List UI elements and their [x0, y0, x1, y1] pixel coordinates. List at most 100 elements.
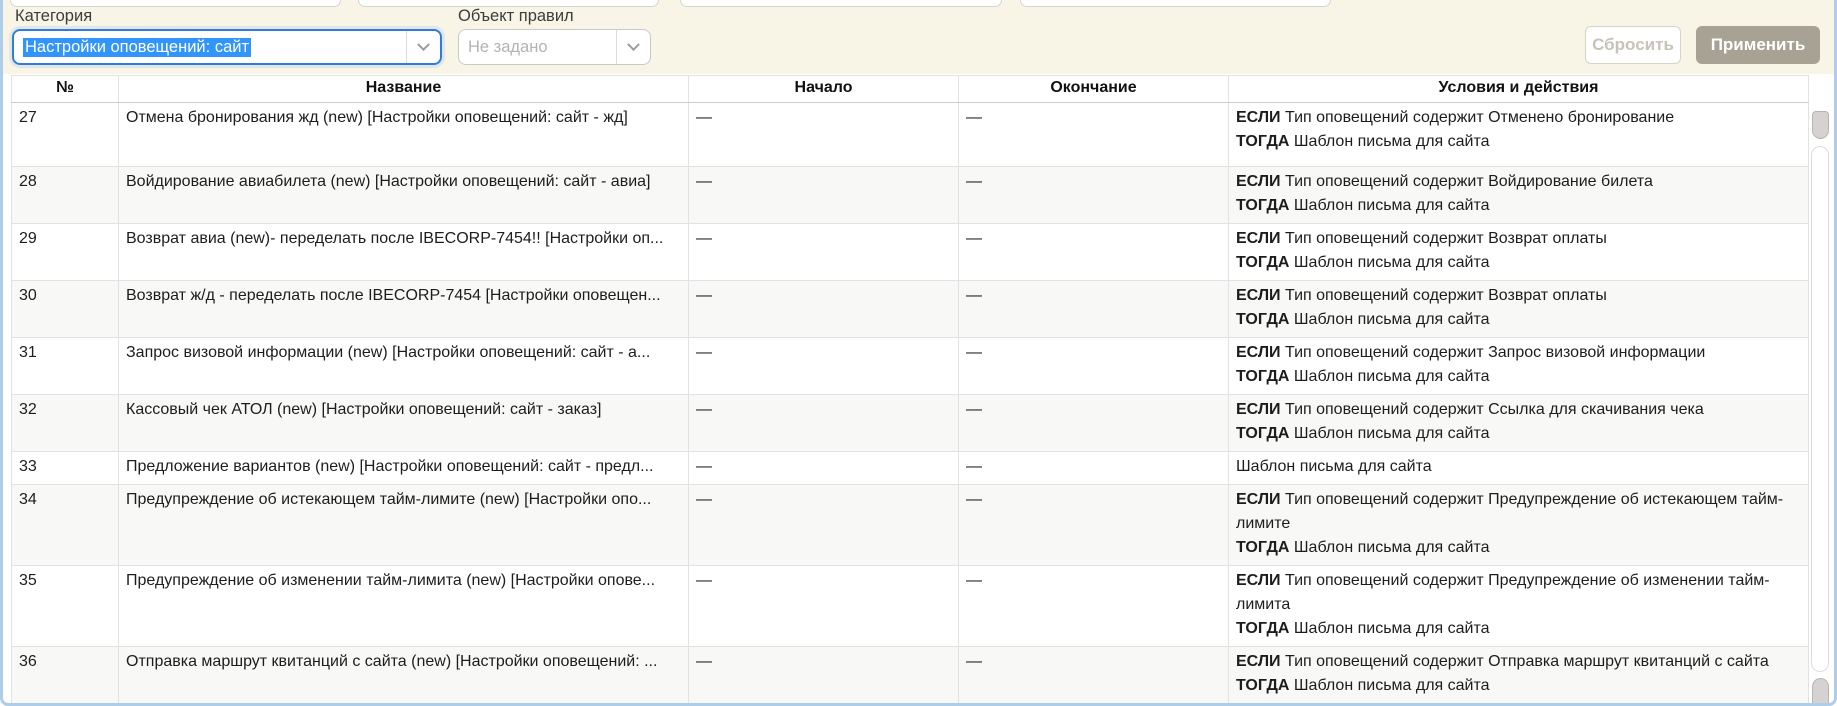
row-conditions-cell: ЕСЛИ Тип оповещений содержит Предупрежде…: [1229, 566, 1809, 647]
rules-table-container: № Название Начало Окончание Условия и де…: [11, 75, 1809, 704]
cropped-field-3: [680, 0, 1002, 7]
condition-line: Шаблон письма для сайта: [1236, 455, 1801, 479]
condition-line: ТОГДА Шаблон письма для сайта: [1236, 365, 1801, 389]
table-row[interactable]: 28 Войдирование авиабилета (new) [Настро…: [12, 167, 1809, 224]
row-start-cell: —: [689, 395, 959, 452]
row-name-cell: Войдирование авиабилета (new) [Настройки…: [119, 167, 689, 224]
row-start-cell: —: [689, 224, 959, 281]
row-number-cell: 28: [12, 167, 119, 224]
table-row[interactable]: 31 Запрос визовой информации (new) [Наст…: [12, 338, 1809, 395]
row-end-cell: —: [959, 224, 1229, 281]
condition-line: ЕСЛИ Тип оповещений содержит Предупрежде…: [1236, 569, 1801, 617]
row-number-cell: 35: [12, 566, 119, 647]
row-number-cell: 30: [12, 281, 119, 338]
row-end-cell: —: [959, 167, 1229, 224]
chevron-down-icon: [417, 38, 430, 51]
row-conditions-cell: ЕСЛИ Тип оповещений содержит Возврат опл…: [1229, 224, 1809, 281]
rules-object-dropdown-button[interactable]: [616, 30, 650, 64]
row-end-cell: —: [959, 647, 1229, 704]
condition-line: ТОГДА Шаблон письма для сайта: [1236, 251, 1801, 275]
apply-button[interactable]: Применить: [1696, 26, 1820, 64]
row-name-cell: Возврат авиа (new)- переделать после IBE…: [119, 224, 689, 281]
table-row[interactable]: 36 Отправка маршрут квитанций с сайта (n…: [12, 647, 1809, 704]
row-start-cell: —: [689, 338, 959, 395]
row-conditions-cell: Шаблон письма для сайта: [1229, 452, 1809, 485]
chevron-down-icon: [627, 38, 640, 51]
row-end-cell: —: [959, 485, 1229, 566]
table-row[interactable]: 29 Возврат авиа (new)- переделать после …: [12, 224, 1809, 281]
row-conditions-cell: ЕСЛИ Тип оповещений содержит Запрос визо…: [1229, 338, 1809, 395]
table-row[interactable]: 27 Отмена бронирования жд (new) [Настрой…: [12, 103, 1809, 167]
category-dropdown-button[interactable]: [406, 31, 440, 63]
row-end-cell: —: [959, 103, 1229, 167]
scrollbar-track[interactable]: [1811, 146, 1829, 672]
rules-object-select[interactable]: Не задано: [458, 29, 651, 65]
column-header-name: Название: [119, 76, 689, 103]
category-selected-value: Настройки оповещений: сайт: [23, 38, 251, 57]
reset-button[interactable]: Сбросить: [1585, 26, 1681, 64]
condition-line: ЕСЛИ Тип оповещений содержит Возврат опл…: [1236, 227, 1801, 251]
row-start-cell: —: [689, 281, 959, 338]
row-number-cell: 32: [12, 395, 119, 452]
rules-object-label: Объект правил: [458, 7, 574, 26]
row-end-cell: —: [959, 281, 1229, 338]
row-start-cell: —: [689, 452, 959, 485]
category-label: Категория: [15, 7, 92, 26]
rules-object-placeholder: Не задано: [468, 38, 548, 57]
condition-line: ТОГДА Шаблон письма для сайта: [1236, 536, 1801, 560]
condition-line: ЕСЛИ Тип оповещений содержит Войдировани…: [1236, 170, 1801, 194]
row-number-cell: 33: [12, 452, 119, 485]
row-name-cell: Возврат ж/д - переделать после IBECORP-7…: [119, 281, 689, 338]
row-number-cell: 34: [12, 485, 119, 566]
row-number-cell: 31: [12, 338, 119, 395]
row-start-cell: —: [689, 167, 959, 224]
table-row[interactable]: 32 Кассовый чек АТОЛ (new) [Настройки оп…: [12, 395, 1809, 452]
rules-table: № Название Начало Окончание Условия и де…: [11, 75, 1809, 704]
condition-line: ЕСЛИ Тип оповещений содержит Ссылка для …: [1236, 398, 1801, 422]
scrollbar-thumb-bottom[interactable]: [1812, 678, 1829, 703]
scrollbar-thumb-top[interactable]: [1812, 111, 1829, 139]
row-conditions-cell: ЕСЛИ Тип оповещений содержит Отменено бр…: [1229, 103, 1809, 167]
row-number-cell: 36: [12, 647, 119, 704]
condition-line: ЕСЛИ Тип оповещений содержит Предупрежде…: [1236, 488, 1801, 536]
table-header-row: № Название Начало Окончание Условия и де…: [12, 76, 1809, 103]
row-name-cell: Запрос визовой информации (new) [Настрой…: [119, 338, 689, 395]
row-start-cell: —: [689, 103, 959, 167]
column-header-start: Начало: [689, 76, 959, 103]
column-header-conditions: Условия и действия: [1229, 76, 1809, 103]
table-row[interactable]: 35 Предупреждение об изменении тайм-лими…: [12, 566, 1809, 647]
table-row[interactable]: 33 Предложение вариантов (new) [Настройк…: [12, 452, 1809, 485]
row-conditions-cell: ЕСЛИ Тип оповещений содержит Возврат опл…: [1229, 281, 1809, 338]
condition-line: ТОГДА Шаблон письма для сайта: [1236, 130, 1801, 154]
condition-line: ЕСЛИ Тип оповещений содержит Запрос визо…: [1236, 341, 1801, 365]
row-conditions-cell: ЕСЛИ Тип оповещений содержит Отправка ма…: [1229, 647, 1809, 704]
condition-line: ТОГДА Шаблон письма для сайта: [1236, 194, 1801, 218]
row-end-cell: —: [959, 395, 1229, 452]
table-row[interactable]: 30 Возврат ж/д - переделать после IBECOR…: [12, 281, 1809, 338]
row-name-cell: Предупреждение об изменении тайм-лимита …: [119, 566, 689, 647]
row-number-cell: 29: [12, 224, 119, 281]
row-name-cell: Предупреждение об истекающем тайм-лимите…: [119, 485, 689, 566]
condition-line: ЕСЛИ Тип оповещений содержит Отменено бр…: [1236, 106, 1801, 130]
row-end-cell: —: [959, 566, 1229, 647]
row-name-cell: Отправка маршрут квитанций с сайта (new)…: [119, 647, 689, 704]
row-start-cell: —: [689, 485, 959, 566]
condition-line: ЕСЛИ Тип оповещений содержит Отправка ма…: [1236, 650, 1801, 674]
category-select[interactable]: Настройки оповещений: сайт: [12, 29, 442, 65]
row-number-cell: 27: [12, 103, 119, 167]
condition-line: ТОГДА Шаблон письма для сайта: [1236, 422, 1801, 446]
row-conditions-cell: ЕСЛИ Тип оповещений содержит Ссылка для …: [1229, 395, 1809, 452]
filter-bar: Категория Настройки оповещений: сайт Объ…: [3, 0, 1834, 74]
condition-line: ТОГДА Шаблон письма для сайта: [1236, 308, 1801, 332]
table-row[interactable]: 34 Предупреждение об истекающем тайм-лим…: [12, 485, 1809, 566]
cropped-field-4: [1020, 0, 1331, 7]
column-header-number: №: [12, 76, 119, 103]
condition-line: ТОГДА Шаблон письма для сайта: [1236, 617, 1801, 641]
condition-line: ЕСЛИ Тип оповещений содержит Возврат опл…: [1236, 284, 1801, 308]
cropped-field-2: [358, 0, 659, 7]
row-start-cell: —: [689, 566, 959, 647]
notification-rules-page: Категория Настройки оповещений: сайт Объ…: [0, 0, 1837, 706]
row-name-cell: Отмена бронирования жд (new) [Настройки …: [119, 103, 689, 167]
cropped-field-1: [10, 0, 341, 7]
row-end-cell: —: [959, 338, 1229, 395]
